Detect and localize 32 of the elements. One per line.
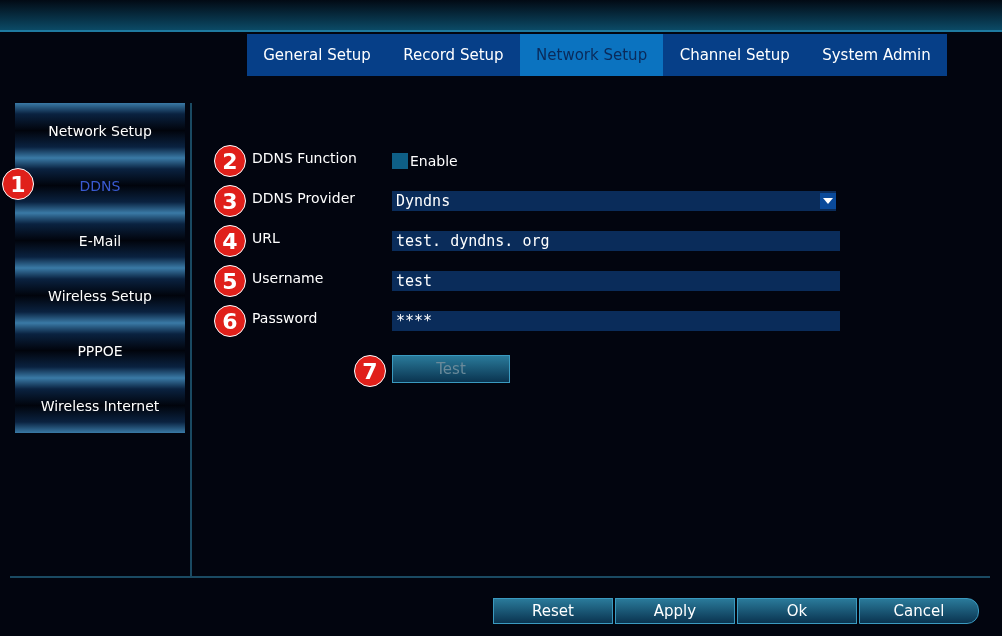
callout-badge: 2 (214, 145, 246, 177)
callout-badge: 6 (214, 305, 246, 337)
callout-badge: 3 (214, 185, 246, 217)
field-label: DDNS Provider (252, 190, 356, 206)
field-label: Password (252, 310, 319, 326)
field-label: DDNS Function (252, 150, 358, 166)
footer-button[interactable]: Apply (615, 598, 735, 624)
callout-badge: 1 (2, 168, 34, 200)
footer-button[interactable]: Cancel (859, 598, 979, 624)
field-label: URL (252, 230, 281, 246)
input-field[interactable]: **** (392, 311, 840, 331)
input-field[interactable]: test (392, 271, 840, 291)
callout-badge: 5 (214, 265, 246, 297)
field-label: Username (252, 270, 325, 286)
callout-badge: 4 (214, 225, 246, 257)
sidebar-item[interactable]: Network Setup (15, 103, 185, 158)
sidebar-item[interactable]: E-Mail (15, 213, 185, 268)
sidebar-item[interactable]: PPPOE (15, 323, 185, 378)
sidebar-item[interactable]: Wireless Internet (15, 378, 185, 433)
footer-button[interactable]: Reset (493, 598, 613, 624)
input-field[interactable]: test. dyndns. org (392, 231, 840, 251)
caret-icon (820, 193, 836, 209)
tab[interactable]: Record Setup (387, 34, 520, 76)
sidebar-item[interactable]: Wireless Setup (15, 268, 185, 323)
callout-badge: 7 (354, 355, 386, 387)
tab[interactable]: System Admin (805, 34, 947, 76)
checkbox[interactable] (392, 153, 408, 169)
tab[interactable]: Channel Setup (663, 34, 806, 76)
checkbox-label: Enable (410, 153, 458, 169)
footer-button[interactable]: Ok (737, 598, 857, 624)
tab[interactable]: General Setup (247, 34, 388, 76)
dropdown[interactable]: Dyndns (392, 191, 836, 211)
